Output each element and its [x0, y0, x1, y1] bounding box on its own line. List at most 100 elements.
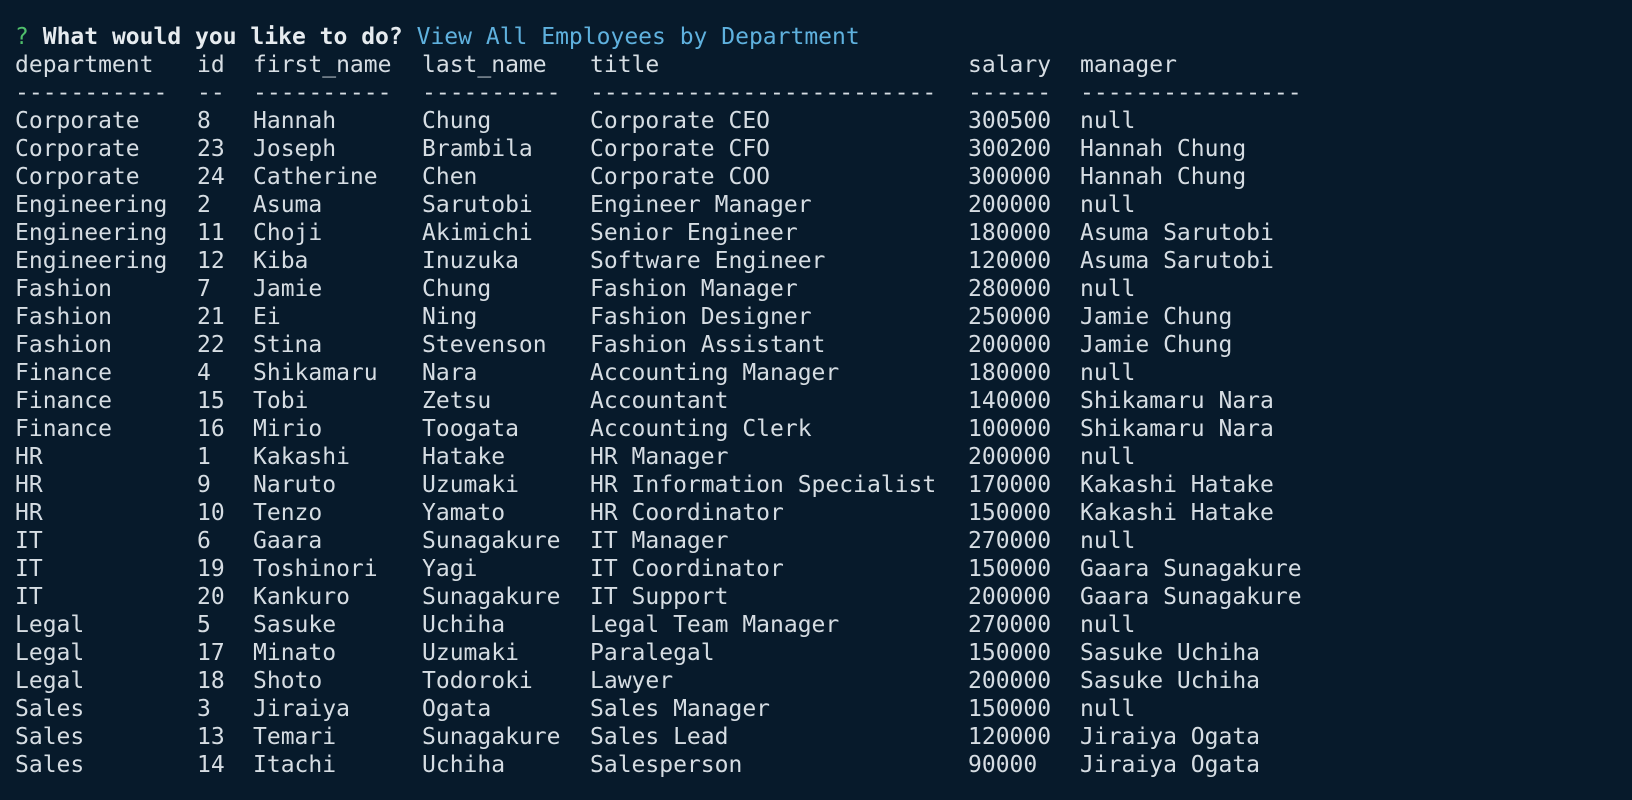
table-row-department-cell: Fashion: [15, 332, 112, 358]
table-row-id-cell: 16: [197, 416, 225, 442]
table-row-title-cell: Salesperson: [590, 752, 743, 778]
table-row-department-cell: IT: [15, 584, 43, 610]
table-row-last-name-cell: Chen: [422, 164, 478, 190]
table-row-salary-cell: 150000: [968, 640, 1052, 666]
table-row-salary-cell: 200000: [968, 444, 1052, 470]
table-header-department-cell: department: [15, 52, 154, 78]
table-header-manager-cell: manager: [1080, 52, 1177, 78]
table-row-salary-cell: 150000: [968, 696, 1052, 722]
table-row-id-cell: 19: [197, 556, 225, 582]
table-row-last-name-cell: Yamato: [422, 500, 506, 526]
table-row-first-name-cell: Catherine: [253, 164, 378, 190]
table-row-title-cell: Lawyer: [590, 668, 674, 694]
table-row-first-name-cell: Gaara: [253, 528, 323, 554]
table-separator-manager-cell: ----------------: [1080, 80, 1302, 106]
table-row-title-cell: HR Coordinator: [590, 500, 784, 526]
table-row-salary-cell: 140000: [968, 388, 1052, 414]
table-row-last-name-cell: Sunagakure: [422, 584, 561, 610]
table-row-first-name-cell: Ei: [253, 304, 281, 330]
table-row-id-cell: 8: [197, 108, 211, 134]
table-row-manager-cell: null: [1080, 612, 1136, 638]
table-row-salary-cell: 270000: [968, 528, 1052, 554]
table-row-last-name-cell: Uzumaki: [422, 472, 519, 498]
table-row-manager-cell: Hannah Chung: [1080, 136, 1247, 162]
table-row-manager-cell: null: [1080, 360, 1136, 386]
table-row-first-name-cell: Choji: [253, 220, 323, 246]
table-separator-first-name-cell: ----------: [253, 80, 392, 106]
table-separator-salary-cell: ------: [968, 80, 1052, 106]
table-row-id-cell: 21: [197, 304, 225, 330]
table-row-salary-cell: 280000: [968, 276, 1052, 302]
table-header-salary-cell: salary: [968, 52, 1052, 78]
table-row-last-name-cell: Ogata: [422, 696, 492, 722]
table-row-department-cell: Legal: [15, 640, 85, 666]
table-row-salary-cell: 200000: [968, 584, 1052, 610]
table-row-id-cell: 10: [197, 500, 225, 526]
table-row-title-cell: Accountant: [590, 388, 729, 414]
table-row-first-name-cell: Tobi: [253, 388, 309, 414]
table-row-last-name-cell: Sunagakure: [422, 528, 561, 554]
table-row-title-cell: IT Coordinator: [590, 556, 784, 582]
table-row-last-name-cell: Sunagakure: [422, 724, 561, 750]
table-row-first-name-cell: Kakashi: [253, 444, 350, 470]
table-row-first-name-cell: Tenzo: [253, 500, 323, 526]
table-row-title-cell: Sales Manager: [590, 696, 771, 722]
table-row-manager-cell: Kakashi Hatake: [1080, 472, 1274, 498]
table-row-id-cell: 14: [197, 752, 225, 778]
table-header-title-cell: title: [590, 52, 660, 78]
table-row-department-cell: HR: [15, 444, 43, 470]
table-row-salary-cell: 100000: [968, 416, 1052, 442]
table-row-department-cell: Legal: [15, 612, 85, 638]
table-row-department-cell: HR: [15, 472, 43, 498]
table-row-salary-cell: 90000: [968, 752, 1038, 778]
table-row-last-name-cell: Akimichi: [422, 220, 533, 246]
table-row-manager-cell: Jiraiya Ogata: [1080, 724, 1261, 750]
table-row-manager-cell: null: [1080, 528, 1136, 554]
table-header-last-name-cell: last_name: [422, 52, 547, 78]
table-row-title-cell: Software Engineer: [590, 248, 826, 274]
table-row-first-name-cell: Jiraiya: [253, 696, 350, 722]
table-row-first-name-cell: Kankuro: [253, 584, 350, 610]
table-row-id-cell: 11: [197, 220, 225, 246]
table-header-first-name-cell: first_name: [253, 52, 392, 78]
table-row-id-cell: 20: [197, 584, 225, 610]
table-row-department-cell: Legal: [15, 668, 85, 694]
table-row-salary-cell: 150000: [968, 500, 1052, 526]
table-row-last-name-cell: Uchiha: [422, 752, 506, 778]
table-row-first-name-cell: Sasuke: [253, 612, 337, 638]
table-row-first-name-cell: Itachi: [253, 752, 337, 778]
table-row-title-cell: Fashion Manager: [590, 276, 798, 302]
table-row-department-cell: Fashion: [15, 304, 112, 330]
table-row-salary-cell: 270000: [968, 612, 1052, 638]
table-row-salary-cell: 120000: [968, 248, 1052, 274]
table-row-department-cell: Engineering: [15, 248, 168, 274]
table-row-last-name-cell: Nara: [422, 360, 478, 386]
table-row-first-name-cell: Hannah: [253, 108, 337, 134]
table-row-salary-cell: 120000: [968, 724, 1052, 750]
table-row-title-cell: Paralegal: [590, 640, 715, 666]
table-row-id-cell: 2: [197, 192, 211, 218]
table-row-title-cell: Engineer Manager: [590, 192, 812, 218]
table-row-title-cell: Fashion Assistant: [590, 332, 826, 358]
table-row-id-cell: 22: [197, 332, 225, 358]
terminal-output: ? What would you like to do? View All Em…: [15, 23, 1615, 779]
table-row-salary-cell: 250000: [968, 304, 1052, 330]
table-row-department-cell: Corporate: [15, 108, 140, 134]
table-row-salary-cell: 300000: [968, 164, 1052, 190]
table-row-last-name-cell: Uchiha: [422, 612, 506, 638]
table-row-manager-cell: null: [1080, 192, 1136, 218]
table-row-first-name-cell: Temari: [253, 724, 337, 750]
table-row-department-cell: Corporate: [15, 136, 140, 162]
table-row-manager-cell: null: [1080, 276, 1136, 302]
table-row-last-name-cell: Zetsu: [422, 388, 492, 414]
table-row-department-cell: Finance: [15, 360, 112, 386]
table-separator-title-cell: -------------------------: [590, 80, 937, 106]
table-row-manager-cell: null: [1080, 108, 1136, 134]
table-row-first-name-cell: Shikamaru: [253, 360, 378, 386]
table-row-first-name-cell: Joseph: [253, 136, 337, 162]
table-row-manager-cell: Shikamaru Nara: [1080, 388, 1274, 414]
table-row-last-name-cell: Uzumaki: [422, 640, 519, 666]
table-row-id-cell: 12: [197, 248, 225, 274]
table-row-title-cell: HR Manager: [590, 444, 729, 470]
table-row-last-name-cell: Todoroki: [422, 668, 533, 694]
